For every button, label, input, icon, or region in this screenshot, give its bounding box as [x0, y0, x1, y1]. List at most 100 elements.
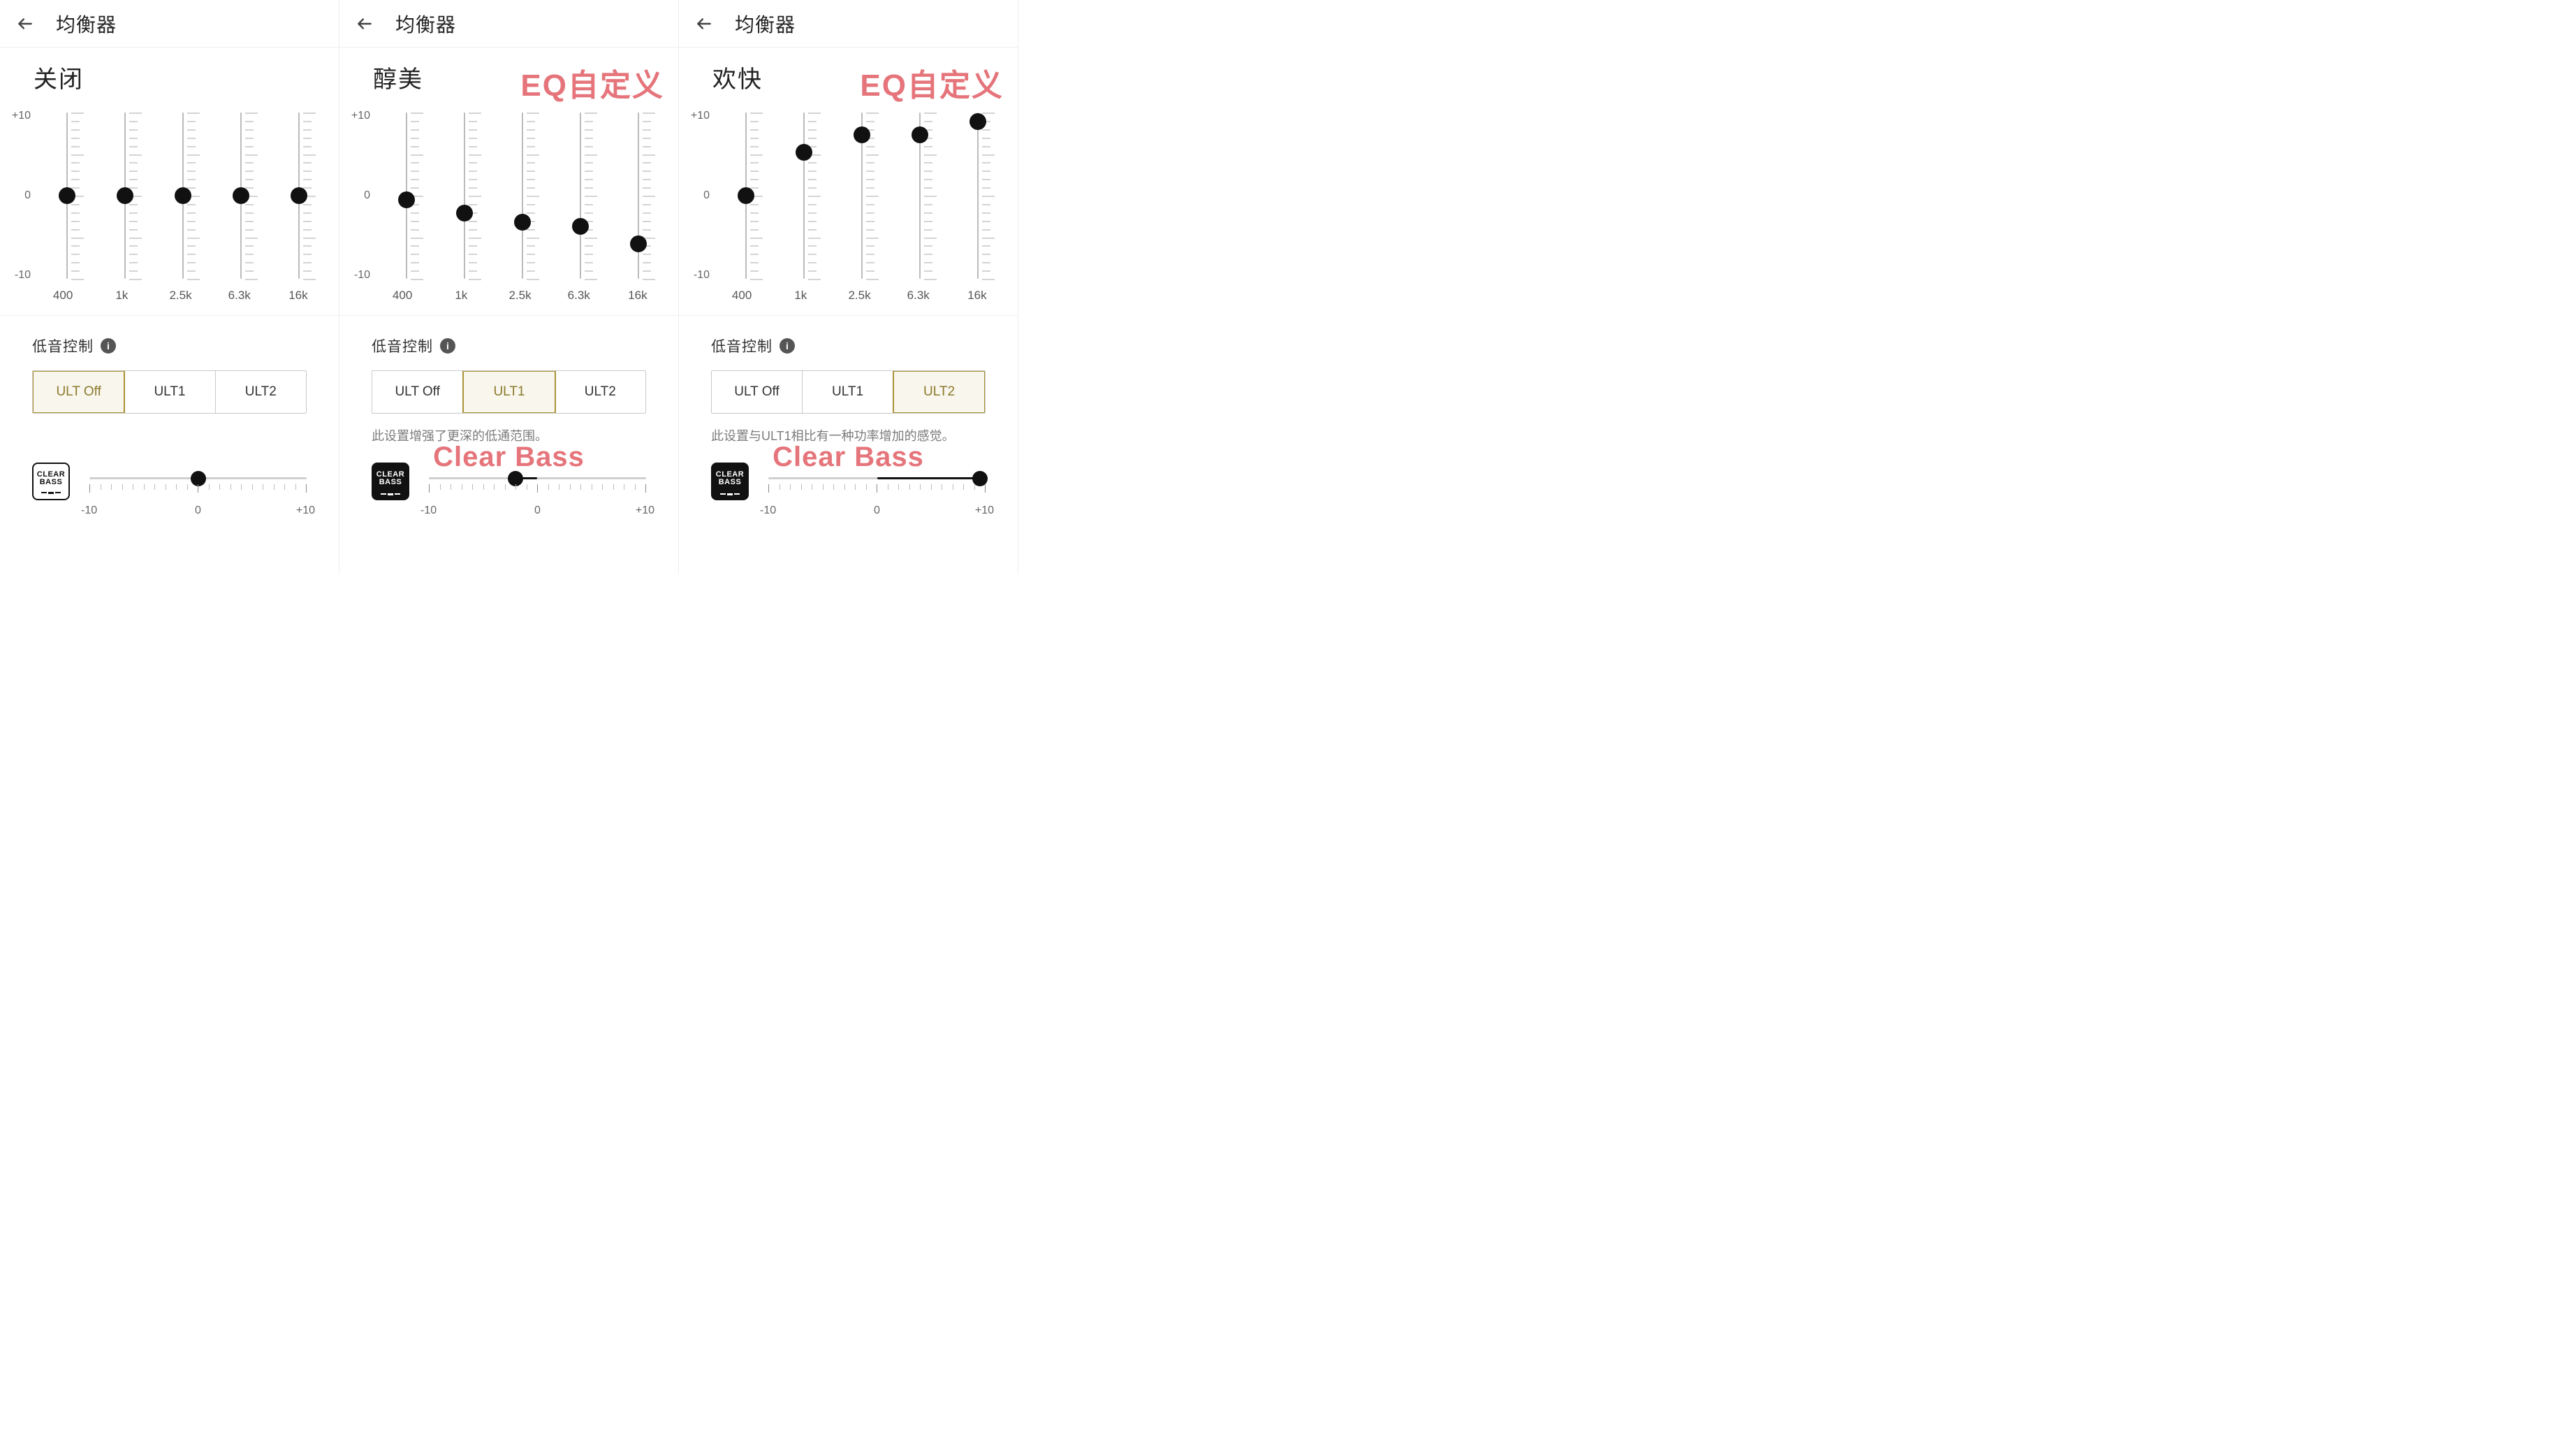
preset-name: 关闭 [34, 60, 84, 94]
eq-y-label: -10 [694, 269, 710, 282]
eq-band-label: 1k [771, 283, 830, 303]
bass-section: 低音控制iULT OffULT1ULT2此设置与ULT1相比有一种功率增加的感觉… [679, 316, 1018, 517]
eq-slider-knob[interactable] [854, 126, 870, 143]
eq-band-label: 400 [373, 283, 432, 303]
eq-band-label: 16k [948, 283, 1007, 303]
eq-slider-knob[interactable] [572, 218, 589, 235]
eq-slider-knob[interactable] [630, 235, 647, 252]
back-button[interactable] [14, 13, 36, 35]
eq-y-label: 0 [24, 189, 31, 202]
info-icon[interactable]: i [101, 338, 116, 354]
page-title: 均衡器 [735, 10, 796, 38]
eq-slider[interactable] [956, 108, 1000, 283]
eq-slider-knob[interactable] [233, 187, 249, 204]
back-button[interactable] [353, 13, 376, 35]
clear-bass-label: 0 [863, 504, 891, 517]
eq-slider[interactable] [617, 108, 660, 283]
bass-segment-ult1[interactable]: ULT1 [124, 371, 215, 413]
eq-band-label: 400 [34, 283, 92, 303]
clear-bass-slider[interactable] [768, 469, 986, 494]
eq-slider[interactable] [559, 108, 602, 283]
eq-slider-knob[interactable] [59, 187, 75, 204]
header: 均衡器 [0, 0, 339, 48]
preset-row: 关闭 [0, 48, 339, 101]
bass-segment-ult1[interactable]: ULT1 [803, 371, 893, 413]
clear-bass-slider[interactable] [429, 469, 646, 494]
bass-segment-ult-off[interactable]: ULT Off [32, 370, 125, 414]
preset-name: 醇美 [373, 60, 423, 94]
eq-slider[interactable] [277, 108, 321, 283]
clear-bass-label: 0 [524, 504, 552, 517]
eq-slider[interactable] [219, 108, 263, 283]
eq-slider[interactable] [782, 108, 826, 283]
back-button[interactable] [693, 13, 715, 35]
clear-bass-labels: -100+10 [372, 504, 646, 517]
bass-title: 低音控制 [32, 335, 94, 356]
eq-y-label: +10 [12, 110, 31, 122]
bass-segmented-control: ULT OffULT1ULT2 [32, 370, 307, 414]
clear-bass-label: -10 [420, 504, 448, 517]
annotation-eq-custom: EQ自定义 [520, 60, 664, 105]
eq-slider[interactable] [161, 108, 205, 283]
clear-bass-icon: CLEARBASS [372, 463, 409, 500]
clear-bass-label: +10 [287, 504, 315, 517]
bass-segment-ult2[interactable]: ULT2 [216, 371, 306, 413]
eq-y-label: -10 [354, 269, 370, 282]
eq-slider[interactable] [501, 108, 544, 283]
clear-bass-label: +10 [966, 504, 994, 517]
eq-slider[interactable] [898, 108, 942, 283]
clear-bass-slider[interactable] [89, 469, 307, 494]
eq-band-label: 16k [608, 283, 667, 303]
eq-panel: +100-104001k2.5k6.3k16k [679, 101, 1018, 316]
preset-name: 欢快 [712, 60, 763, 94]
screen-pane: 均衡器欢快EQ自定义+100-104001k2.5k6.3k16k低音控制iUL… [679, 0, 1018, 574]
bass-segment-ult2[interactable]: ULT2 [893, 370, 986, 414]
eq-slider-knob[interactable] [796, 144, 812, 161]
clear-bass-icon: CLEARBASS [32, 463, 70, 500]
eq-slider[interactable] [45, 108, 89, 283]
clear-bass-label: +10 [627, 504, 654, 517]
bass-segmented-control: ULT OffULT1ULT2 [711, 370, 986, 414]
eq-y-label: +10 [351, 110, 370, 122]
eq-slider-knob[interactable] [175, 187, 191, 204]
eq-slider[interactable] [840, 108, 884, 283]
clear-bass-labels: -100+10 [32, 504, 307, 517]
eq-slider-knob[interactable] [291, 187, 307, 204]
eq-slider-knob[interactable] [398, 191, 415, 208]
info-icon[interactable]: i [780, 338, 795, 354]
preset-row: 欢快EQ自定义 [679, 48, 1018, 101]
eq-slider[interactable] [103, 108, 147, 283]
header: 均衡器 [679, 0, 1018, 48]
eq-slider-knob[interactable] [514, 214, 531, 231]
screen-pane: 均衡器关闭+100-104001k2.5k6.3k16k低音控制iULT Off… [0, 0, 339, 574]
eq-slider-knob[interactable] [912, 126, 928, 143]
eq-slider[interactable] [724, 108, 768, 283]
eq-slider[interactable] [443, 108, 486, 283]
eq-slider[interactable] [385, 108, 428, 283]
bass-segmented-control: ULT OffULT1ULT2 [372, 370, 646, 414]
clear-bass-icon: CLEARBASS [711, 463, 749, 500]
eq-band-label: 6.3k [210, 283, 269, 303]
clear-bass-label: -10 [81, 504, 109, 517]
eq-slider-knob[interactable] [969, 113, 986, 130]
bass-description [32, 426, 307, 444]
eq-slider-knob[interactable] [456, 205, 473, 221]
eq-y-labels: +100-10 [7, 108, 34, 283]
eq-panel: +100-104001k2.5k6.3k16k [339, 101, 678, 316]
eq-slider-knob[interactable] [117, 187, 133, 204]
header: 均衡器 [339, 0, 678, 48]
screen-pane: 均衡器醇美EQ自定义+100-104001k2.5k6.3k16k低音控制iUL… [339, 0, 679, 574]
eq-band-label: 2.5k [490, 283, 549, 303]
eq-slider-knob[interactable] [738, 187, 754, 204]
bass-segment-ult2[interactable]: ULT2 [555, 371, 645, 413]
eq-y-label: 0 [364, 189, 370, 202]
bass-segment-ult1[interactable]: ULT1 [462, 370, 555, 414]
bass-segment-ult-off[interactable]: ULT Off [712, 371, 803, 413]
bass-segment-ult-off[interactable]: ULT Off [372, 371, 463, 413]
clear-bass-label: 0 [184, 504, 212, 517]
info-icon[interactable]: i [440, 338, 455, 354]
eq-panel: +100-104001k2.5k6.3k16k [0, 101, 339, 316]
eq-y-labels: +10 0 -10 [346, 108, 373, 283]
eq-band-label: 2.5k [151, 283, 210, 303]
eq-y-label: 0 [703, 189, 710, 202]
